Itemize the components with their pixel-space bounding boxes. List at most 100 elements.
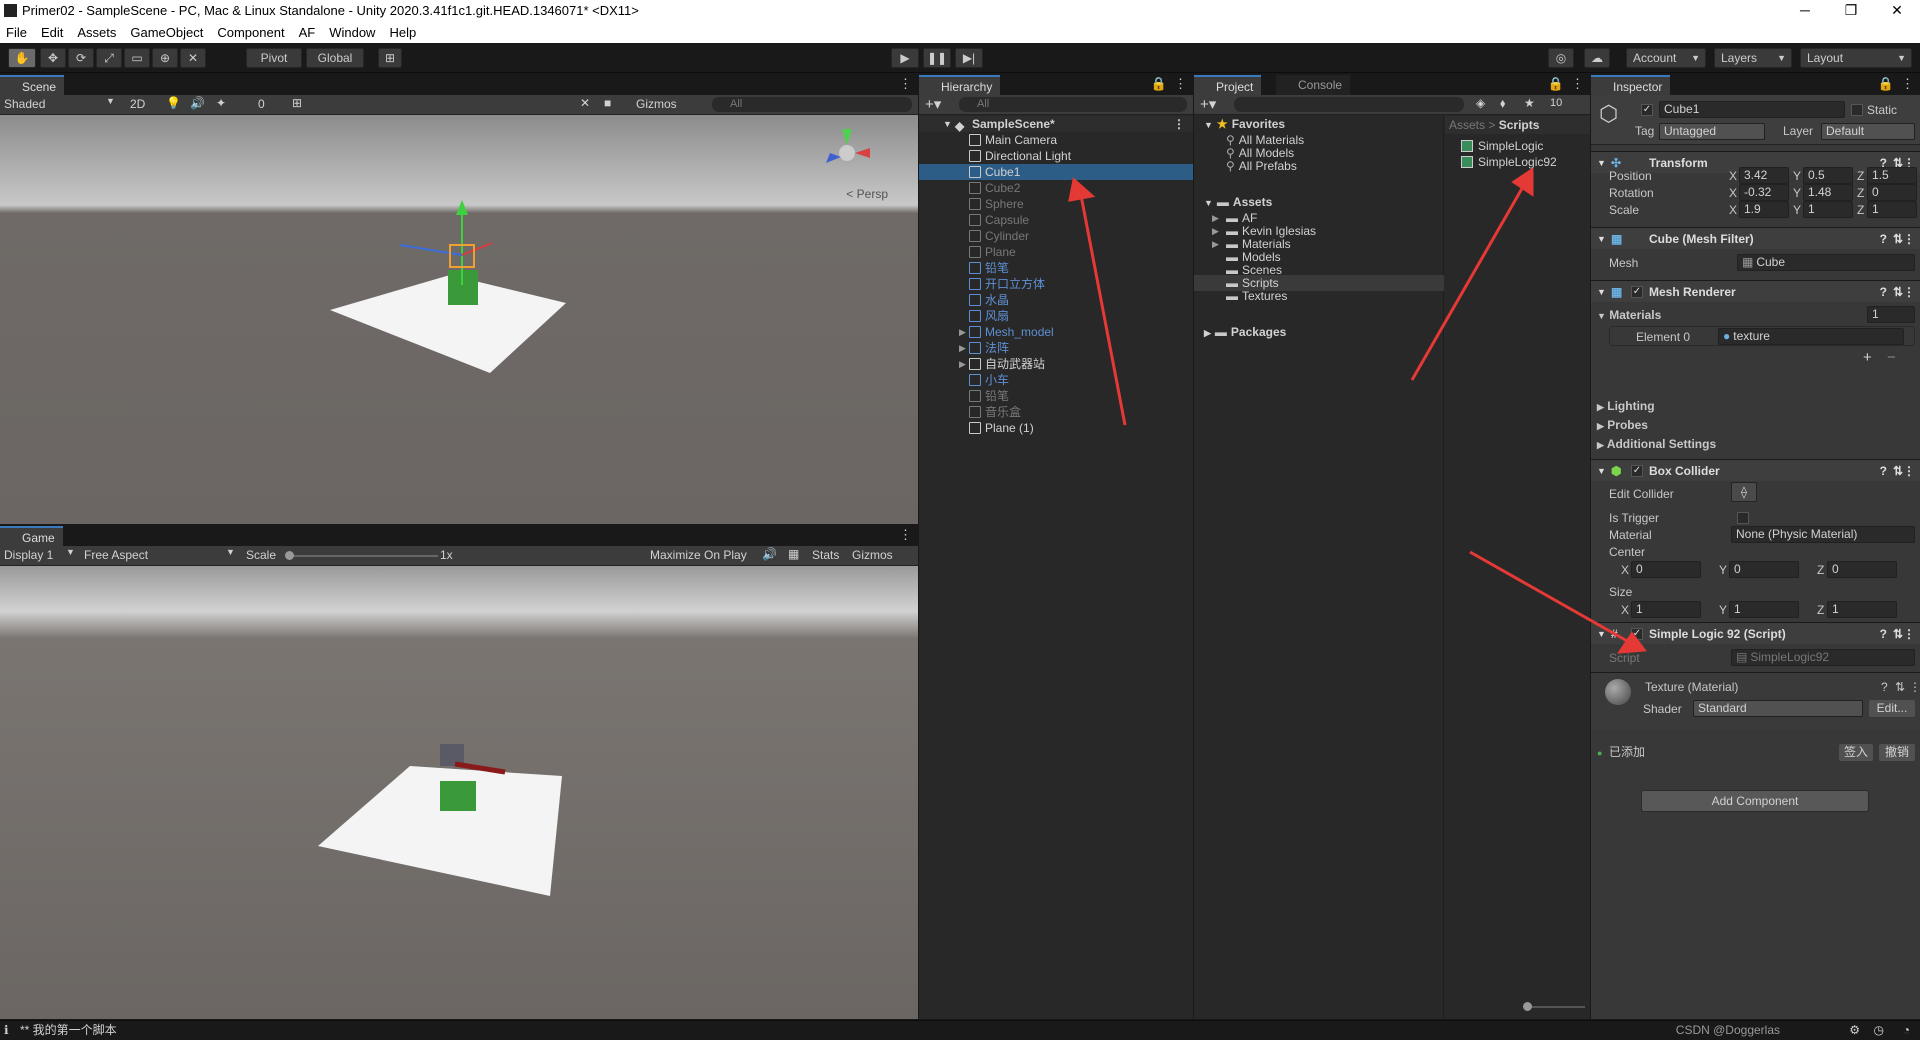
pause-button[interactable]: ❚❚ [923, 48, 951, 68]
filter-type-icon[interactable]: ◈ [1476, 96, 1485, 110]
effects-toggle-icon[interactable]: ✦ [216, 96, 226, 110]
x-value-field[interactable]: 1 [1631, 601, 1701, 618]
shader-edit-button[interactable]: Edit... [1869, 700, 1915, 717]
more-options-icon[interactable]: ⋮ [899, 527, 912, 543]
progress-icon[interactable]: ◷ [1874, 1021, 1884, 1040]
file-item[interactable]: SimpleLogic [1461, 138, 1543, 154]
hierarchy-item[interactable]: 水晶 [919, 292, 1193, 308]
more-options-icon[interactable]: ⋮ [1901, 76, 1914, 92]
hierarchy-item[interactable]: Plane (1) [919, 420, 1193, 436]
tools-icon[interactable]: ✕ [580, 96, 590, 110]
expand-arrow-icon[interactable]: ▶ [959, 324, 966, 340]
rotation-z-field[interactable]: 0 [1867, 184, 1917, 201]
rotation-y-field[interactable]: 1.48 [1803, 184, 1853, 201]
layers-dropdown[interactable]: Layers ▼ [1714, 48, 1792, 68]
close-button[interactable]: ✕ [1874, 0, 1920, 22]
edit-collider-button[interactable]: ⟠ [1731, 482, 1757, 502]
more-options-icon[interactable]: ⋮ [899, 76, 912, 92]
add-component-button[interactable]: Add Component [1641, 790, 1869, 812]
help-icon[interactable]: ? [1880, 460, 1887, 482]
remove-element-button[interactable]: − [1887, 349, 1896, 366]
tab-console[interactable]: Console [1276, 75, 1351, 95]
menu-assets[interactable]: Assets [77, 25, 116, 40]
is-trigger-checkbox[interactable] [1737, 512, 1749, 524]
display-dropdown[interactable]: Display 1 [4, 548, 53, 562]
mesh-filter-header[interactable]: ▼ ▦ Cube (Mesh Filter) ? ⇅ ⋮ [1591, 227, 1920, 249]
camera-icon[interactable]: ■ [604, 96, 611, 110]
presets-icon[interactable]: ⇅ [1893, 623, 1903, 645]
step-button[interactable]: ▶| [955, 48, 983, 68]
expand-arrow-icon[interactable]: ▼ [943, 116, 952, 132]
hierarchy-item[interactable]: 音乐盒 [919, 404, 1193, 420]
help-icon[interactable]: ? [1880, 281, 1887, 303]
scale-x-field[interactable]: 1.9 [1739, 201, 1789, 218]
favorites-header[interactable]: ▼ ★ Favorites [1194, 116, 1444, 132]
vsync-icon[interactable]: ▦ [788, 547, 799, 561]
rotation-x-field[interactable]: -0.32 [1739, 184, 1789, 201]
hierarchy-item[interactable]: 铅笔 [919, 388, 1193, 404]
additional-settings-foldout[interactable]: ▶ Additional Settings [1597, 436, 1716, 453]
mute-audio-icon[interactable]: 🔊 [762, 547, 777, 561]
menu-af[interactable]: AF [299, 25, 316, 40]
breadcrumb-scripts[interactable]: Scripts [1499, 118, 1540, 132]
rotate-tool-button[interactable]: ⟳ [68, 48, 94, 68]
help-icon[interactable]: ? [1881, 679, 1888, 695]
menu-help[interactable]: Help [389, 25, 416, 40]
persp-label[interactable]: < Persp [846, 187, 888, 201]
tag-dropdown[interactable]: Untagged [1659, 123, 1765, 140]
presets-icon[interactable]: ⇅ [1893, 228, 1903, 250]
tab-project[interactable]: Project [1194, 75, 1262, 95]
enabled-checkbox[interactable]: ✓ [1631, 286, 1643, 298]
more-options-icon[interactable]: ⋮ [1909, 679, 1920, 695]
position-z-field[interactable]: 1.5 [1867, 167, 1917, 184]
maximize-button[interactable]: ❐ [1828, 0, 1874, 22]
hierarchy-item[interactable]: Plane [919, 244, 1193, 260]
hierarchy-item[interactable]: ▶ Mesh_model [919, 324, 1193, 340]
more-options-icon[interactable]: ⋮ [1571, 76, 1584, 92]
hierarchy-item[interactable]: Directional Light [919, 148, 1193, 164]
more-options-icon[interactable]: ⋮ [1173, 116, 1185, 132]
hierarchy-item[interactable]: Main Camera [919, 132, 1193, 148]
minimize-button[interactable]: ─ [1782, 0, 1828, 22]
account-dropdown[interactable]: Account ▼ [1626, 48, 1706, 68]
project-search-input[interactable] [1234, 97, 1464, 112]
tab-scene[interactable]: Scene [0, 75, 65, 95]
tab-hierarchy[interactable]: Hierarchy [919, 75, 1001, 95]
hierarchy-item[interactable]: Cube1 [919, 164, 1193, 180]
packages-header[interactable]: ▶ ▬ Packages [1194, 324, 1444, 340]
materials-foldout[interactable]: ▼ Materials [1597, 307, 1661, 324]
create-plus-icon[interactable]: +▾ [1200, 95, 1216, 113]
presets-icon[interactable]: ⇅ [1895, 679, 1905, 695]
expand-arrow-icon[interactable]: ▶ [959, 340, 966, 356]
help-icon[interactable]: ? [1880, 228, 1887, 250]
enabled-checkbox[interactable]: ✓ [1631, 628, 1643, 640]
aspect-dropdown[interactable]: Free Aspect [84, 548, 148, 562]
box-collider-header[interactable]: ▼ ⬢ ✓ Box Collider ? ⇅ ⋮ [1591, 459, 1920, 481]
scene-viewport[interactable]: < Persp [0, 115, 918, 524]
scale-y-field[interactable]: 1 [1803, 201, 1853, 218]
hierarchy-search-input[interactable]: All [959, 97, 1187, 112]
materials-size-field[interactable]: 1 [1867, 306, 1915, 323]
lock-icon[interactable]: 🔒 [1548, 76, 1564, 92]
more-options-icon[interactable]: ⋮ [1903, 228, 1915, 250]
checkin-button[interactable]: 签入 [1839, 744, 1873, 761]
shading-mode-dropdown[interactable]: Shaded [4, 97, 45, 111]
position-y-field[interactable]: 0.5 [1803, 167, 1853, 184]
layout-dropdown[interactable]: Layout ▼ [1800, 48, 1912, 68]
menu-gameobject[interactable]: GameObject [130, 25, 203, 40]
shader-dropdown[interactable]: Standard [1693, 700, 1863, 717]
expand-arrow-icon[interactable]: ▶ [959, 356, 966, 372]
hierarchy-item[interactable]: 铅笔 [919, 260, 1193, 276]
hierarchy-item[interactable]: Capsule [919, 212, 1193, 228]
file-item[interactable]: SimpleLogic92 [1461, 154, 1557, 170]
static-label[interactable]: Static [1867, 102, 1897, 118]
hierarchy-item[interactable]: 风扇 [919, 308, 1193, 324]
stats-toggle[interactable]: Stats [812, 548, 839, 562]
active-checkbox[interactable]: ✓ [1641, 104, 1653, 116]
assets-header[interactable]: ▼ ▬ Assets [1194, 194, 1444, 210]
add-element-button[interactable]: + [1863, 349, 1872, 366]
global-toggle[interactable]: Global [306, 48, 364, 68]
hand-tool-button[interactable]: ✋ [8, 48, 36, 68]
presets-icon[interactable]: ⇅ [1893, 281, 1903, 303]
scale-slider[interactable] [288, 555, 438, 557]
